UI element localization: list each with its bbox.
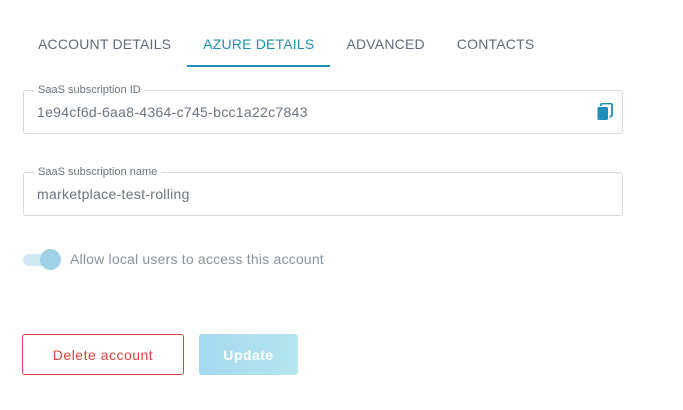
copy-icon[interactable] bbox=[597, 102, 613, 121]
subscription-name-value: marketplace-test-rolling bbox=[37, 186, 190, 202]
subscription-id-field[interactable]: SaaS subscription ID 1e94cf6d-6aa8-4364-… bbox=[23, 84, 623, 134]
local-users-toggle-label: Allow local users to access this account bbox=[70, 251, 324, 267]
local-users-toggle-row: Allow local users to access this account bbox=[23, 247, 324, 271]
delete-account-button[interactable]: Delete account bbox=[22, 334, 184, 375]
subscription-name-label: SaaS subscription name bbox=[34, 166, 162, 179]
subscription-id-label: SaaS subscription ID bbox=[34, 84, 145, 97]
tab-account-details[interactable]: ACCOUNT DETAILS bbox=[22, 22, 187, 66]
toggle-knob bbox=[40, 249, 61, 270]
tab-bar: ACCOUNT DETAILS AZURE DETAILS ADVANCED C… bbox=[22, 22, 550, 68]
subscription-id-value: 1e94cf6d-6aa8-4364-c745-bcc1a22c7843 bbox=[37, 104, 308, 120]
local-users-toggle[interactable] bbox=[23, 248, 61, 270]
tab-azure-details[interactable]: AZURE DETAILS bbox=[187, 22, 331, 67]
tab-advanced[interactable]: ADVANCED bbox=[330, 22, 440, 66]
subscription-name-field[interactable]: SaaS subscription name marketplace-test-… bbox=[23, 166, 623, 216]
update-button[interactable]: Update bbox=[199, 334, 298, 375]
tab-contacts[interactable]: CONTACTS bbox=[441, 22, 551, 66]
